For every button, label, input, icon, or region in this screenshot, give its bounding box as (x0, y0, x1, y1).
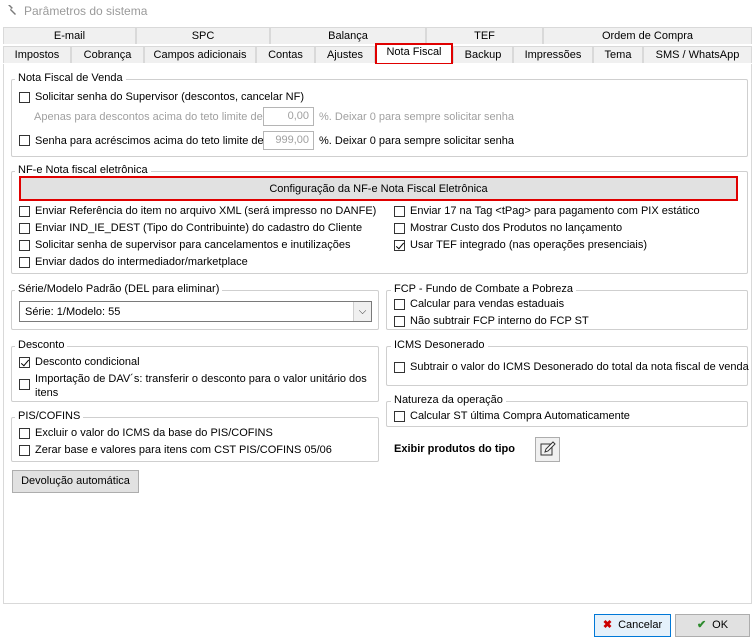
legend-pis-cofins: PIS/COFINS (15, 410, 84, 422)
chevron-down-icon[interactable]: ⌵ (353, 302, 371, 321)
tab-campos-adicionais[interactable]: Campos adicionais (144, 46, 256, 63)
checkbox-mostrar-custo[interactable] (394, 223, 405, 234)
title-bar: Parâmetros do sistema (0, 0, 755, 22)
window-title: Parâmetros do sistema (24, 4, 148, 18)
label-excluir-icms: Excluir o valor do ICMS da base do PIS/C… (35, 427, 273, 439)
tab-sms-whatsapp[interactable]: SMS / WhatsApp (643, 46, 752, 63)
legend-nfe: NF-e Nota fiscal eletrônica (15, 164, 151, 176)
checkbox-icms-subtrair[interactable] (394, 362, 405, 373)
ok-label: OK (712, 619, 729, 631)
serie-modelo-value: Série: 1/Modelo: 55 (25, 306, 121, 318)
tab-contas[interactable]: Contas (256, 46, 315, 63)
checkbox-usar-tef[interactable] (394, 240, 405, 251)
label-importacao-dav-1: Importação de DAV´s: transferir o descon… (35, 373, 367, 385)
legend-fcp: FCP - Fundo de Combate a Pobreza (391, 283, 576, 295)
label-usar-tef: Usar TEF integrado (nas operações presen… (410, 239, 648, 251)
checkbox-solicitar-senha-cancel[interactable] (19, 240, 30, 251)
tab-impressoes[interactable]: Impressões (513, 46, 593, 63)
cancel-button[interactable]: ✖ Cancelar (594, 614, 671, 637)
label-apenas-descontos: Apenas para descontos acima do teto limi… (34, 111, 266, 123)
legend-natureza: Natureza da operação (391, 394, 506, 406)
serie-modelo-select[interactable]: Série: 1/Modelo: 55 ⌵ (19, 301, 372, 322)
edit-produtos-button[interactable] (535, 437, 560, 462)
checkbox-zerar-base[interactable] (19, 445, 30, 456)
label-desconto-condicional: Desconto condicional (35, 356, 140, 368)
checkbox-fcp-nao-subtrair[interactable] (394, 316, 405, 327)
descontos-limit-input[interactable]: 0,00 (263, 107, 314, 126)
checkbox-senha-acrescimos[interactable] (19, 135, 30, 146)
legend-icms: ICMS Desonerado (391, 339, 488, 351)
label-enviar-referencia: Enviar Referência do item no arquivo XML… (35, 205, 377, 217)
tab-ajustes[interactable]: Ajustes (315, 46, 375, 63)
devolucao-automatica-button[interactable]: Devolução automática (12, 470, 139, 493)
edit-icon (540, 441, 556, 456)
label-importacao-dav-2: itens (35, 387, 59, 399)
tab-tema[interactable]: Tema (593, 46, 643, 63)
checkbox-importacao-dav[interactable] (19, 379, 30, 390)
legend-desconto: Desconto (15, 339, 68, 351)
label-senha-acrescimos: Senha para acréscimos acima do teto limi… (35, 135, 267, 147)
wrench-icon (8, 5, 16, 15)
tab-nota-fiscal[interactable]: Nota Fiscal (375, 43, 453, 65)
tab-impostos[interactable]: Impostos (3, 46, 71, 63)
tab-balanca[interactable]: Balança (270, 27, 426, 44)
label-calcular-st: Calcular ST última Compra Automaticament… (410, 410, 630, 422)
tab-backup[interactable]: Backup (453, 46, 513, 63)
label-intermediador: Enviar dados do intermediador/marketplac… (35, 256, 248, 268)
checkbox-enviar-ind-ie[interactable] (19, 223, 30, 234)
tab-email[interactable]: E-mail (3, 27, 136, 44)
config-nfe-button[interactable]: Configuração da NF-e Nota Fiscal Eletrôn… (19, 176, 738, 201)
legend-serie: Série/Modelo Padrão (DEL para eliminar) (15, 283, 223, 295)
label-icms-subtrair: Subtrair o valor do ICMS Desonerado do t… (410, 361, 749, 373)
close-icon: ✖ (602, 619, 613, 631)
cancel-label: Cancelar (618, 619, 663, 631)
label-zerar-base: Zerar base e valores para itens com CST … (35, 444, 332, 456)
label-descontos-hint: %. Deixar 0 para sempre solicitar senha (319, 111, 515, 123)
checkbox-calcular-st[interactable] (394, 411, 405, 422)
label-fcp-nao-subtrair: Não subtrair FCP interno do FCP ST (410, 315, 589, 327)
legend-nota-fiscal-venda: Nota Fiscal de Venda (15, 72, 126, 84)
checkbox-enviar-17-pix[interactable] (394, 206, 405, 217)
label-acrescimos-hint: %. Deixar 0 para sempre solicitar senha (319, 135, 515, 147)
tab-cobranca[interactable]: Cobrança (71, 46, 144, 63)
acrescimos-limit-input[interactable]: 999,00 (263, 131, 314, 150)
checkbox-excluir-icms[interactable] (19, 428, 30, 439)
checkbox-fcp-calcular[interactable] (394, 299, 405, 310)
ok-button[interactable]: ✔ OK (675, 614, 750, 637)
checkbox-intermediador[interactable] (19, 257, 30, 268)
label-solicitar-senha: Solicitar senha do Supervisor (descontos… (35, 91, 305, 103)
tab-tef[interactable]: TEF (426, 27, 543, 44)
checkbox-solicitar-senha[interactable] (19, 92, 30, 103)
tab-spc[interactable]: SPC (136, 27, 270, 44)
check-icon: ✔ (696, 619, 707, 631)
checkbox-enviar-referencia[interactable] (19, 206, 30, 217)
label-enviar-17-pix: Enviar 17 na Tag <tPag> para pagamento c… (410, 205, 700, 217)
checkbox-desconto-condicional[interactable] (19, 357, 30, 368)
label-enviar-ind-ie: Enviar IND_IE_DEST (Tipo do Contribuinte… (35, 222, 363, 234)
label-mostrar-custo: Mostrar Custo dos Produtos no lançamento (410, 222, 623, 234)
label-fcp-calcular: Calcular para vendas estaduais (410, 298, 565, 310)
label-solicitar-senha-cancel: Solicitar senha de supervisor para cance… (35, 239, 351, 251)
tab-ordem-compra[interactable]: Ordem de Compra (543, 27, 752, 44)
label-exibir-produtos: Exibir produtos do tipo (394, 443, 515, 455)
